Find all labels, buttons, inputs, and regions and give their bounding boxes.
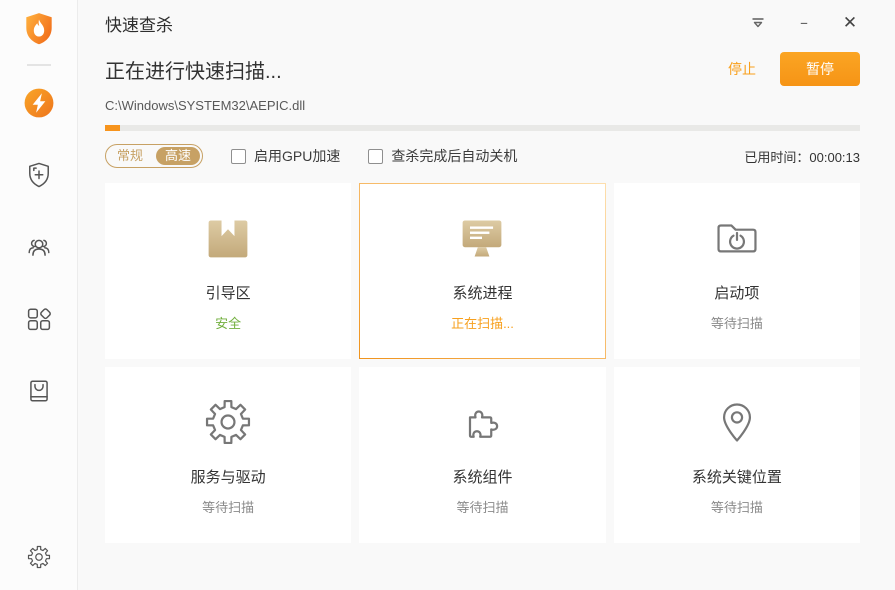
mode-option-fast[interactable]: 高速 — [156, 147, 200, 165]
tile-label: 系统进程 — [360, 282, 604, 303]
huorong-logo-icon — [24, 12, 54, 46]
scan-tile-services-drivers: 服务与驱动 等待扫描 — [105, 367, 351, 543]
pause-button[interactable]: 暂停 — [780, 52, 860, 86]
startup-folder-power-icon — [615, 214, 859, 262]
sidebar-divider — [27, 64, 51, 66]
scan-tile-startup-items: 启动项 等待扫描 — [614, 183, 860, 359]
tile-status: 等待扫描 — [615, 313, 859, 332]
scan-tiles-grid: 引导区 安全 系统进程 正在扫描... — [105, 183, 860, 543]
store-bag-icon — [24, 376, 54, 406]
tile-label: 启动项 — [615, 282, 859, 303]
tile-label: 系统组件 — [360, 466, 604, 487]
tile-label: 系统关键位置 — [615, 466, 859, 487]
people-group-icon — [24, 232, 54, 262]
gpu-acceleration-checkbox[interactable]: 启用GPU加速 — [231, 146, 340, 166]
tile-status: 等待扫描 — [106, 497, 350, 516]
lightning-scan-icon — [24, 88, 54, 118]
menu-triangle-icon — [750, 16, 766, 30]
system-process-monitor-icon — [360, 214, 604, 262]
checkbox-box[interactable] — [231, 149, 246, 164]
services-gear-icon — [106, 398, 350, 446]
settings-gear-icon — [27, 545, 51, 569]
key-locations-pin-icon — [615, 398, 859, 446]
boot-sector-box-icon — [106, 214, 350, 262]
tile-label: 引导区 — [106, 282, 350, 303]
sidebar — [0, 0, 78, 590]
page-title: 快速查杀 — [105, 11, 173, 36]
checkbox-box[interactable] — [368, 149, 383, 164]
progress-bar — [105, 125, 860, 131]
tile-status: 安全 — [106, 313, 350, 332]
shield-plus-icon — [24, 160, 54, 190]
close-button[interactable]: ✕ — [840, 13, 860, 33]
scan-tile-boot-sector: 引导区 安全 — [105, 183, 351, 359]
sidebar-item-security-store[interactable] — [22, 374, 56, 408]
scan-tile-system-process: 系统进程 正在扫描... — [359, 183, 605, 359]
progress-fill — [105, 125, 120, 131]
scan-status-title: 正在进行快速扫描... — [105, 55, 282, 84]
main-panel: 快速查杀 – ✕ 正在进行快速扫描... 停止 暂停 C:\Windows\SY… — [78, 0, 895, 590]
sidebar-item-protection-center[interactable] — [22, 158, 56, 192]
scan-tile-key-locations: 系统关键位置 等待扫描 — [614, 367, 860, 543]
main-menu-button[interactable] — [748, 13, 768, 33]
elapsed-time: 已用时间：00:00:13 — [744, 147, 860, 166]
auto-shutdown-checkbox[interactable]: 查杀完成后自动关机 — [368, 146, 517, 166]
tile-status: 等待扫描 — [360, 497, 604, 516]
tile-status: 正在扫描... — [360, 313, 604, 332]
current-scan-path: C:\Windows\SYSTEM32\AEPIC.dll — [105, 98, 860, 113]
mode-option-normal[interactable]: 常规 — [106, 145, 154, 167]
tile-status: 等待扫描 — [615, 497, 859, 516]
sidebar-item-quick-scan[interactable] — [22, 86, 56, 120]
sidebar-item-settings[interactable] — [22, 540, 56, 574]
minimize-button[interactable]: – — [794, 13, 814, 33]
stop-button[interactable]: 停止 — [728, 59, 756, 79]
scan-tile-system-components: 系统组件 等待扫描 — [359, 367, 605, 543]
sidebar-item-family-security[interactable] — [22, 230, 56, 264]
grid-tools-icon — [24, 304, 54, 334]
scan-options-row: 常规 高速 启用GPU加速 查杀完成后自动关机 已用时间：00:00:13 — [105, 144, 860, 168]
speed-mode-toggle[interactable]: 常规 高速 — [105, 144, 203, 168]
sidebar-item-extensions[interactable] — [22, 302, 56, 336]
components-puzzle-icon — [360, 398, 604, 446]
tile-label: 服务与驱动 — [106, 466, 350, 487]
titlebar: 快速查杀 – ✕ — [105, 0, 860, 46]
